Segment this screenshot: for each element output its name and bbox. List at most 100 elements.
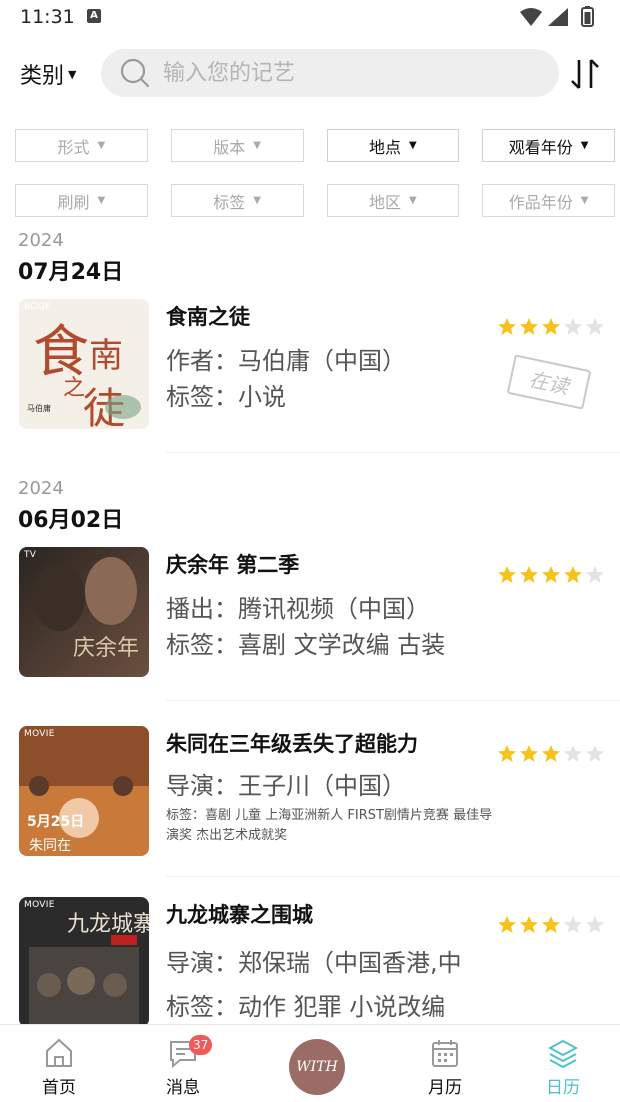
list-item[interactable]: 食 南 之 徒 马伯庸 BOOK 食南之徒 作者：马伯庸（中国） 标签：小说 在…: [0, 299, 620, 433]
star-empty-icon: [564, 318, 582, 335]
star-filled-icon: [520, 916, 538, 933]
poster-tag: TV: [24, 550, 37, 560]
chevron-down-icon: ▼: [68, 67, 77, 81]
entry-tags: 标签：喜剧 儿童 上海亚洲新人 FIRST剧情片竞赛 最佳导演奖 杰出艺术成就奖: [166, 808, 493, 843]
entry-title: 朱同在三年级丢失了超能力: [166, 732, 418, 756]
caret-down-icon: ▼: [580, 195, 589, 206]
entry-creator: 作者：马伯庸（中国）: [166, 347, 406, 375]
filter-label: 观看年份: [508, 137, 573, 157]
entry-title: 庆余年 第二季: [166, 553, 300, 577]
nav-day-calendar[interactable]: 日历: [513, 1025, 613, 1102]
star-filled-icon: [498, 566, 516, 583]
entry-title: 九龙城寨之围城: [166, 903, 313, 927]
filter-region[interactable]: 地区 ▼: [326, 184, 460, 217]
rating-stars: [497, 915, 607, 937]
filter-rewatch[interactable]: 刷刷 ▼: [15, 184, 148, 217]
search-box[interactable]: [101, 49, 559, 97]
nav-home[interactable]: 首页: [9, 1025, 109, 1102]
star-filled-icon: [520, 318, 538, 335]
star-empty-icon: [586, 916, 604, 933]
filter-work-year[interactable]: 作品年份 ▼: [482, 184, 615, 217]
svg-text:九龙城寨: 九龙城寨: [67, 912, 149, 937]
wifi-icon: [520, 8, 542, 26]
nav-label: 首页: [42, 1078, 76, 1098]
category-label: 类别: [20, 64, 65, 89]
calendar-icon: [432, 1040, 458, 1067]
star-filled-icon: [520, 745, 538, 762]
poster-image: 食 南 之 徒 马伯庸 BOOK: [19, 299, 149, 429]
divider: [166, 452, 620, 453]
layers-icon: [548, 1039, 578, 1069]
filter-label: 地点: [369, 137, 402, 157]
filter-row-2: 刷刷 ▼ 标签 ▼ 地区 ▼ 作品年份 ▼: [15, 184, 615, 217]
entry-creator: 导演：王子川（中国）: [166, 772, 406, 800]
with-button[interactable]: WITH: [289, 1039, 345, 1095]
filter-label: 标签: [213, 192, 246, 212]
caret-down-icon: ▼: [97, 140, 106, 151]
sort-icon[interactable]: [566, 54, 606, 94]
entry-creator: 导演：郑保瑞（中国香港,中: [166, 949, 462, 977]
nav-messages[interactable]: 37 消息: [133, 1025, 233, 1102]
list-item[interactable]: 九龙城寨 MOVIE 九龙城寨之围城 导演：郑保瑞（中国香港,中 标签：动作 犯…: [0, 897, 620, 1031]
caret-down-icon: ▼: [409, 140, 417, 151]
filter-label: 形式: [57, 137, 90, 157]
status-bar: 11:31 A: [0, 0, 620, 34]
nav-label: 日历: [546, 1078, 580, 1098]
movie-poster: 5月25日 朱同在: [19, 726, 149, 856]
nav-month-calendar[interactable]: 月历: [395, 1025, 495, 1102]
star-filled-icon: [542, 318, 560, 335]
divider: [166, 700, 620, 701]
star-filled-icon: [498, 745, 516, 762]
filter-label: 地区: [369, 192, 402, 212]
status-icons: [520, 6, 594, 27]
filter-edition[interactable]: 版本 ▼: [170, 129, 304, 162]
filter-form[interactable]: 形式 ▼: [15, 129, 148, 162]
divider: [166, 876, 620, 877]
notification-icon: A: [87, 9, 101, 23]
caret-down-icon: ▼: [580, 140, 589, 151]
star-empty-icon: [564, 745, 582, 762]
caret-down-icon: ▼: [97, 195, 106, 206]
poster-image: 庆余年 TV: [19, 547, 149, 677]
rating-stars: [497, 565, 607, 587]
svg-text:5月25日: 5月25日: [27, 814, 84, 830]
filter-watch-year[interactable]: 观看年份 ▼: [482, 129, 615, 162]
star-empty-icon: [586, 318, 604, 335]
date-heading: 06月02日: [18, 508, 124, 533]
poster-tag: MOVIE: [24, 900, 55, 910]
caret-down-icon: ▼: [253, 195, 261, 206]
star-filled-icon: [542, 916, 560, 933]
movie-poster: 九龙城寨: [19, 897, 149, 1027]
home-icon: [46, 1038, 72, 1067]
search-input[interactable]: [163, 60, 523, 86]
star-filled-icon: [564, 566, 582, 583]
star-empty-icon: [564, 916, 582, 933]
star-filled-icon: [542, 566, 560, 583]
stamp-text: 在读: [527, 367, 573, 399]
date-year: 2024: [18, 230, 64, 251]
status-time: 11:31: [20, 6, 75, 28]
nav-label: 月历: [428, 1078, 462, 1098]
poster-tag: MOVIE: [24, 729, 55, 739]
svg-text:马伯庸: 马伯庸: [27, 403, 51, 413]
search-icon: [120, 58, 150, 88]
poster-image: 5月25日 朱同在 MOVIE: [19, 726, 149, 856]
signal-icon: [548, 8, 568, 26]
category-dropdown[interactable]: 类别 ▼: [20, 58, 76, 90]
svg-text:庆余年: 庆余年: [73, 636, 139, 661]
rating-stars: [497, 744, 607, 766]
star-empty-icon: [586, 745, 604, 762]
list-item[interactable]: 5月25日 朱同在 MOVIE 朱同在三年级丢失了超能力 导演：王子川（中国） …: [0, 726, 620, 860]
caret-down-icon: ▼: [253, 140, 261, 151]
entry-tags: 标签：小说: [166, 383, 286, 411]
reading-stamp: 在读: [507, 354, 591, 410]
filter-place[interactable]: 地点 ▼: [326, 129, 460, 162]
list-item[interactable]: 庆余年 TV 庆余年 第二季 播出：腾讯视频（中国） 标签：喜剧 文学改编 古装: [0, 547, 620, 681]
entry-tags: 标签：喜剧 文学改编 古装: [166, 631, 446, 659]
date-heading: 07月24日: [18, 260, 124, 285]
svg-text:之: 之: [63, 376, 85, 401]
filter-label: 版本: [213, 137, 246, 157]
svg-text:南: 南: [89, 336, 123, 376]
filter-tags[interactable]: 标签 ▼: [170, 184, 304, 217]
book-cover: 食 南 之 徒 马伯庸: [19, 299, 149, 429]
